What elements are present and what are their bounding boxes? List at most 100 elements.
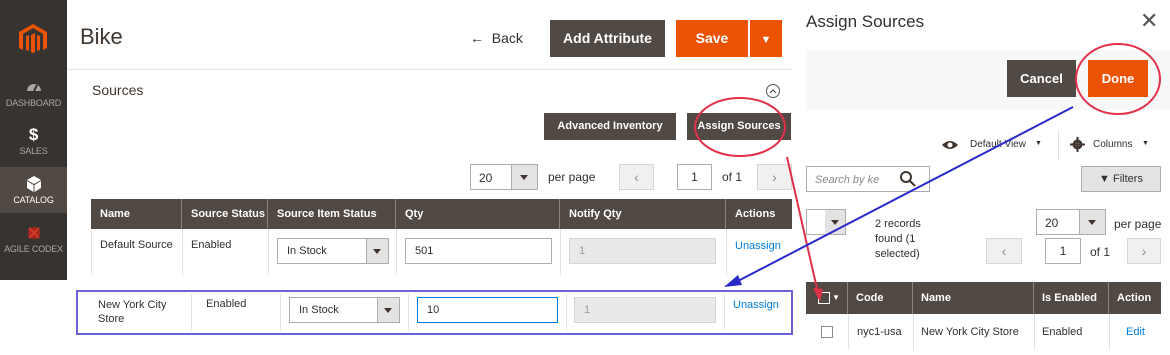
- modal-per-page-value: 20: [1045, 216, 1059, 230]
- row-border: [91, 229, 92, 275]
- row-border: [1034, 314, 1035, 350]
- column-header-name[interactable]: Name: [91, 199, 182, 229]
- modal-previous-page-button[interactable]: ‹: [986, 238, 1022, 264]
- row-border: [182, 229, 183, 275]
- select-all-header[interactable]: ▼: [806, 282, 848, 314]
- nav-agile-codex[interactable]: AGILE CODEX: [0, 224, 67, 260]
- nav-agile-codex-label: AGILE CODEX: [4, 244, 63, 254]
- agile-codex-icon: [27, 227, 40, 239]
- qty-input[interactable]: 10: [417, 297, 558, 323]
- row-border: [191, 294, 192, 331]
- unassign-link[interactable]: Unassign: [733, 299, 779, 311]
- page-title: Bike: [80, 24, 123, 49]
- save-button[interactable]: Save: [676, 20, 748, 57]
- page-number-input[interactable]: 1: [677, 164, 712, 190]
- notify-qty-input: 1: [569, 238, 716, 264]
- column-header-source-item-status[interactable]: Source Item Status: [268, 199, 396, 229]
- row-border: [566, 294, 567, 331]
- qty-input[interactable]: 501: [405, 238, 552, 264]
- arrow-left-icon: ←: [470, 30, 484, 46]
- row-checkbox[interactable]: [821, 326, 833, 338]
- caret-down-icon: ▼: [760, 34, 772, 46]
- caret-down-icon: ▼: [832, 293, 840, 302]
- nav-dashboard[interactable]: DASHBOARD: [0, 78, 67, 114]
- magento-logo-icon[interactable]: [16, 22, 50, 56]
- assign-sources-button[interactable]: Assign Sources: [687, 113, 791, 140]
- source-enabled: Enabled: [1042, 326, 1083, 338]
- modal-page-number-input[interactable]: 1: [1045, 238, 1081, 264]
- unassign-link[interactable]: Unassign: [735, 240, 781, 252]
- modal-next-page-button[interactable]: ›: [1127, 238, 1161, 264]
- modal-page-count-label: of 1: [1090, 245, 1111, 259]
- advanced-inventory-button[interactable]: Advanced Inventory: [544, 113, 676, 140]
- back-button[interactable]: ← Back: [470, 30, 523, 46]
- gear-icon: [1070, 137, 1085, 152]
- row-border: [408, 294, 409, 331]
- source-item-status-select[interactable]: In Stock: [277, 238, 389, 264]
- per-page-select[interactable]: 20: [470, 164, 538, 190]
- filters-button[interactable]: ▼ Filters: [1081, 166, 1161, 192]
- back-label: Back: [491, 30, 523, 46]
- previous-page-button[interactable]: ‹: [619, 164, 654, 190]
- dashboard-icon: [26, 84, 41, 92]
- column-header-code[interactable]: Code: [848, 282, 913, 314]
- source-status: Enabled: [206, 298, 247, 310]
- column-header-notify-qty[interactable]: Notify Qty: [560, 199, 726, 229]
- filter-icon: ▼: [1099, 173, 1110, 185]
- default-view-label: Default View: [970, 139, 1026, 150]
- add-attribute-button[interactable]: Add Attribute: [550, 20, 665, 57]
- column-header-source-status[interactable]: Source Status: [182, 199, 268, 229]
- search-placeholder: Search by ke: [815, 174, 880, 186]
- per-page-arrow: [511, 165, 537, 189]
- columns-label: Columns: [1093, 139, 1133, 150]
- source-status: Enabled: [191, 239, 232, 251]
- source-name: New York City Store: [921, 326, 1019, 338]
- save-dropdown-button[interactable]: ▼: [750, 20, 782, 57]
- source-item-status-select[interactable]: In Stock: [289, 297, 400, 323]
- select-arrow: [377, 298, 399, 322]
- modal-per-page-label: per page: [1114, 217, 1162, 231]
- nav-catalog[interactable]: CATALOG: [0, 167, 67, 213]
- row-border: [1109, 314, 1110, 350]
- next-page-button[interactable]: ›: [757, 164, 792, 190]
- chevron-left-icon: ‹: [1001, 243, 1007, 259]
- records-line: found (1: [875, 233, 916, 245]
- column-header-qty[interactable]: Qty: [396, 199, 560, 229]
- nav-sales-label: SALES: [19, 146, 48, 156]
- per-page-arrow: [1079, 210, 1105, 234]
- dollar-icon: $: [28, 125, 39, 144]
- records-line: 2 records: [875, 218, 921, 230]
- notify-qty-input: 1: [574, 297, 716, 323]
- row-border: [913, 314, 914, 350]
- mass-action-select[interactable]: [806, 209, 846, 235]
- done-button[interactable]: Done: [1088, 60, 1148, 97]
- records-count: 2 records found (1 selected): [875, 217, 921, 262]
- header-divider: [67, 69, 792, 70]
- search-input[interactable]: Search by ke: [806, 166, 930, 192]
- chevron-right-icon: ›: [1141, 243, 1147, 259]
- source-item-status-value: In Stock: [287, 245, 327, 257]
- column-header-is-enabled[interactable]: Is Enabled: [1034, 282, 1109, 314]
- collapse-icon[interactable]: [766, 84, 780, 98]
- row-border: [280, 294, 281, 331]
- close-icon[interactable]: ✕: [1140, 8, 1158, 34]
- edit-link[interactable]: Edit: [1126, 326, 1145, 338]
- search-icon[interactable]: [899, 170, 917, 188]
- column-header-action: Action: [1109, 282, 1161, 314]
- modal-per-page-select[interactable]: 20: [1036, 209, 1106, 235]
- blue-arrow-head: [724, 275, 742, 287]
- row-border: [726, 229, 727, 275]
- row-border: [396, 229, 397, 275]
- checkbox-icon: [818, 292, 830, 304]
- toolbar-divider: [1058, 130, 1059, 160]
- nav-dashboard-label: DASHBOARD: [5, 98, 62, 108]
- source-name: Default Source: [100, 239, 173, 251]
- cancel-button[interactable]: Cancel: [1007, 60, 1076, 97]
- records-line: selected): [875, 248, 920, 260]
- row-border: [560, 229, 561, 275]
- column-header-name[interactable]: Name: [913, 282, 1034, 314]
- row-border: [724, 294, 725, 331]
- caret-down-icon: ▼: [1142, 140, 1149, 147]
- nav-sales[interactable]: $ SALES: [0, 126, 67, 162]
- source-code: nyc1-usa: [857, 326, 902, 338]
